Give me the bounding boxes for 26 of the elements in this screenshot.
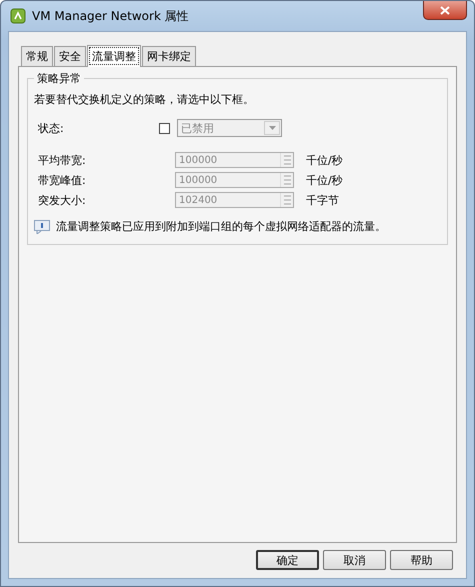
info-text: 流量调整策略已应用到附加到端口组的每个虚拟网络适配器的流量。 xyxy=(56,219,386,234)
field-label: 突发大小: xyxy=(37,192,87,208)
field-label: 带宽峰值: xyxy=(37,172,87,188)
unit-label: 千字节 xyxy=(306,192,339,208)
field-label: 平均带宽: xyxy=(37,152,87,168)
spinner-icon xyxy=(282,173,292,187)
dialog-button[interactable]: 取消 xyxy=(323,550,386,570)
close-icon xyxy=(440,6,450,14)
tab[interactable]: 常规 xyxy=(21,46,53,66)
description-text: 若要替代交换机定义的策略，请选中以下框。 xyxy=(34,92,255,107)
caret-icon xyxy=(268,126,276,130)
spinner-icon xyxy=(282,193,292,207)
unit-label: 千位/秒 xyxy=(306,152,343,168)
tab[interactable]: 安全 xyxy=(54,46,86,66)
group-title: 策略异常 xyxy=(36,71,82,86)
info-icon xyxy=(34,220,50,234)
tab[interactable]: 网卡绑定 xyxy=(142,46,196,66)
close-button[interactable] xyxy=(423,1,467,20)
status-label: 状态: xyxy=(37,120,65,136)
dialog-button[interactable]: 帮助 xyxy=(390,550,453,570)
tab[interactable]: 流量调整 xyxy=(87,45,141,67)
spinner-icon xyxy=(282,153,292,167)
window-title: VM Manager Network 属性 xyxy=(32,8,189,24)
unit-label: 千位/秒 xyxy=(306,172,343,188)
dialog-button[interactable]: 确定 xyxy=(256,550,319,570)
app-icon xyxy=(10,8,26,24)
